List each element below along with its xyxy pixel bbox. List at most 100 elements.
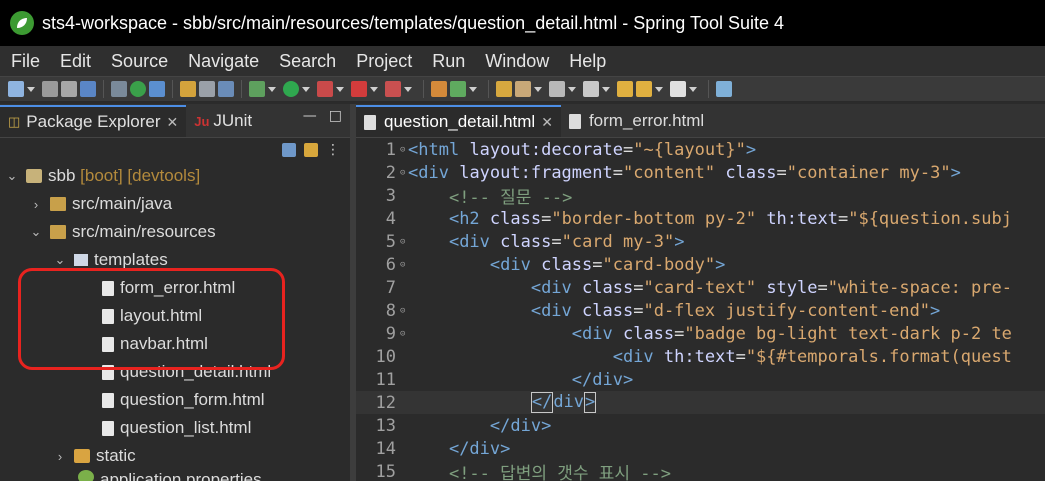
tree-item-navbar[interactable]: navbar.html [0, 330, 350, 358]
boot-dashboard-icon[interactable] [130, 81, 146, 97]
fold-icon[interactable]: ⊝ [400, 237, 408, 247]
tree-item-question-list[interactable]: question_list.html [0, 414, 350, 442]
prev-annotation-icon[interactable] [583, 81, 599, 97]
prev-annotation-dropdown-icon[interactable] [602, 86, 610, 92]
open-folder-icon[interactable] [496, 81, 512, 97]
edit-icon[interactable] [149, 81, 165, 97]
external-tools-dropdown-icon[interactable] [404, 86, 412, 92]
last-edit-icon[interactable] [617, 81, 633, 97]
code-line[interactable]: 3 <!-- 질문 --> [356, 184, 1045, 209]
brush-icon[interactable] [515, 81, 531, 97]
new-dropdown-icon[interactable] [27, 86, 35, 92]
show-whitespace-icon[interactable] [218, 81, 234, 97]
chevron-right-icon[interactable]: › [30, 197, 42, 212]
code-line[interactable]: 8 ⊝ <div class="d-flex justify-content-en… [356, 299, 1045, 322]
debug-dropdown-icon[interactable] [268, 86, 276, 92]
external-tools-icon[interactable] [385, 81, 401, 97]
run-icon[interactable] [283, 81, 299, 97]
code-line[interactable]: 12 </div> [356, 391, 1045, 414]
coverage-icon[interactable] [317, 81, 333, 97]
tree-item-templates[interactable]: ⌄ templates [0, 246, 350, 274]
brush-dropdown-icon[interactable] [534, 86, 542, 92]
link-with-editor-icon[interactable] [304, 143, 318, 157]
save-all-icon[interactable] [61, 81, 77, 97]
tree-item-project[interactable]: ⌄ sbb [boot] [devtools] [0, 162, 350, 190]
tab-package-explorer[interactable]: ◫ Package Explorer ✕ [0, 105, 187, 137]
next-annotation-icon[interactable] [549, 81, 565, 97]
code-line[interactable]: 2 ⊝ <div layout:fragment="content" class="… [356, 161, 1045, 184]
skip-breakpoints-icon[interactable] [111, 81, 127, 97]
chevron-down-icon[interactable]: ⌄ [54, 252, 66, 268]
code-line[interactable]: 1 ⊝ <html layout:decorate="~{layout}"> [356, 138, 1045, 161]
code-editor[interactable]: 1 ⊝ <html layout:decorate="~{layout}"> 2 ⊝ <d… [356, 138, 1045, 481]
code-line[interactable]: 4 <h2 class="border-bottom py-2" th:text… [356, 207, 1045, 230]
next-annotation-dropdown-icon[interactable] [568, 86, 576, 92]
code-line[interactable]: 10 <div th:text="${#temporals.format(que… [356, 345, 1045, 368]
new-class-icon[interactable] [450, 81, 466, 97]
close-icon[interactable]: ✕ [541, 114, 553, 131]
tree-item-application-properties[interactable]: application.properties [0, 470, 350, 481]
menu-search[interactable]: Search [274, 51, 351, 72]
forward-dropdown-icon[interactable] [689, 86, 697, 92]
stop-icon[interactable] [351, 81, 367, 97]
open-type-icon[interactable] [180, 81, 196, 97]
title-bar: sts4-workspace - sbb/src/main/resources/… [0, 0, 1045, 46]
code-line[interactable]: 5 ⊝ <div class="card my-3"> [356, 230, 1045, 253]
menu-edit[interactable]: Edit [55, 51, 106, 72]
new-java-project-icon[interactable] [431, 81, 447, 97]
chevron-down-icon[interactable]: ⌄ [6, 168, 18, 184]
tree-item-layout[interactable]: layout.html [0, 302, 350, 330]
tree-item-question-detail[interactable]: question_detail.html [0, 358, 350, 386]
save-icon[interactable] [42, 81, 58, 97]
code-text: <div class="badge bg-light text-dark p-2… [571, 323, 1012, 344]
chevron-right-icon[interactable]: › [54, 449, 66, 464]
tree-item-static[interactable]: › static [0, 442, 350, 470]
tab-question-detail[interactable]: question_detail.html ✕ [356, 105, 561, 137]
code-line[interactable]: 6 ⊝ <div class="card-body"> [356, 253, 1045, 276]
view-menu-icon[interactable]: ⋮ [326, 142, 340, 158]
open-task-icon[interactable] [199, 81, 215, 97]
fold-icon[interactable]: ⊝ [400, 168, 408, 178]
fold-icon[interactable]: ⊝ [400, 306, 408, 316]
stop-dropdown-icon[interactable] [370, 86, 378, 92]
tree-item-question-form[interactable]: question_form.html [0, 386, 350, 414]
tree-item-form-error[interactable]: form_error.html [0, 274, 350, 302]
code-line[interactable]: 14 </div> [356, 437, 1045, 460]
menu-file[interactable]: File [6, 51, 55, 72]
menu-run[interactable]: Run [427, 51, 480, 72]
view-controls: — □ [303, 108, 342, 124]
menu-source[interactable]: Source [106, 51, 183, 72]
close-icon[interactable]: ✕ [166, 114, 178, 131]
fold-icon[interactable]: ⊝ [400, 260, 408, 270]
pin-editor-icon[interactable] [716, 81, 732, 97]
forward-icon[interactable] [670, 81, 686, 97]
tree-item-src-main-java[interactable]: › src/main/java [0, 190, 350, 218]
debug-icon[interactable] [249, 81, 265, 97]
fold-icon[interactable]: ⊝ [400, 329, 408, 339]
collapse-all-icon[interactable] [282, 143, 296, 157]
tab-form-error[interactable]: form_error.html [561, 105, 712, 137]
back-icon[interactable] [636, 81, 652, 97]
code-line[interactable]: 11 </div> [356, 368, 1045, 391]
maximize-icon[interactable]: □ [329, 108, 342, 124]
terminal-icon[interactable] [80, 81, 96, 97]
coverage-dropdown-icon[interactable] [336, 86, 344, 92]
code-line[interactable]: 15 <!-- 답변의 갯수 표시 --> [356, 460, 1045, 481]
new-icon[interactable] [8, 81, 24, 97]
menu-navigate[interactable]: Navigate [183, 51, 274, 72]
menu-project[interactable]: Project [351, 51, 427, 72]
menu-help[interactable]: Help [564, 51, 621, 72]
editor-tab-bar: question_detail.html ✕ form_error.html [356, 104, 1045, 138]
new-class-dropdown-icon[interactable] [469, 86, 477, 92]
code-line[interactable]: 13 </div> [356, 414, 1045, 437]
tab-junit[interactable]: Ju JUnit [186, 105, 260, 137]
code-line[interactable]: 7 <div class="card-text" style="white-sp… [356, 276, 1045, 299]
code-line[interactable]: 9 ⊝ <div class="badge bg-light text-dark … [356, 322, 1045, 345]
minimize-icon[interactable]: — [303, 108, 317, 124]
tree-item-src-main-resources[interactable]: ⌄ src/main/resources [0, 218, 350, 246]
run-dropdown-icon[interactable] [302, 86, 310, 92]
chevron-down-icon[interactable]: ⌄ [30, 224, 42, 240]
menu-window[interactable]: Window [480, 51, 564, 72]
fold-icon[interactable]: ⊝ [400, 145, 408, 155]
back-dropdown-icon[interactable] [655, 86, 663, 92]
